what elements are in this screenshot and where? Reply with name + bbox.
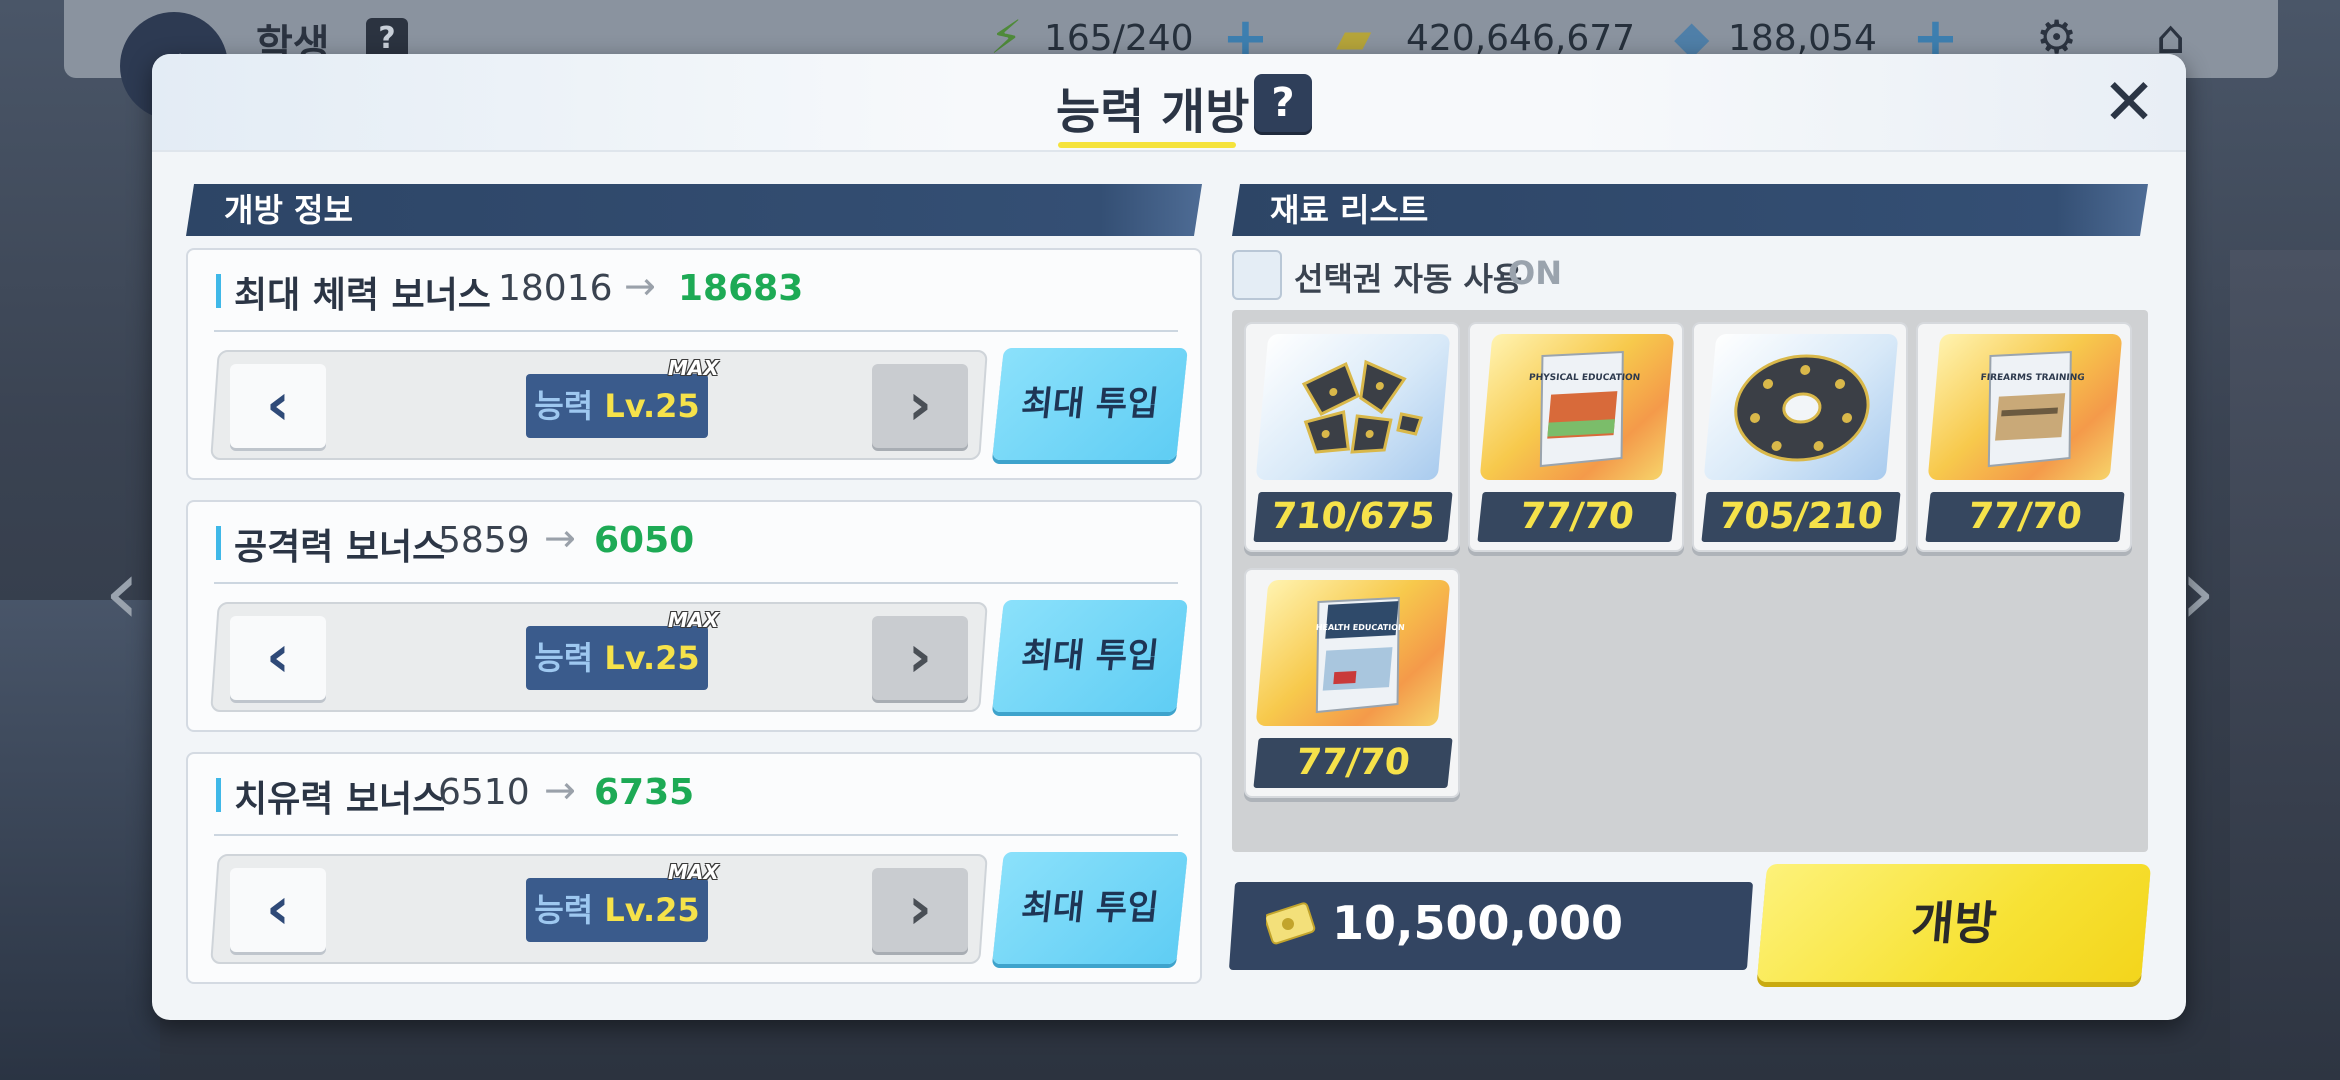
material-item-health-education-book[interactable]: HEALTH EDUCATION 77/70 bbox=[1244, 568, 1460, 798]
stat-current-value: 5859 bbox=[438, 520, 530, 561]
divider bbox=[214, 330, 1178, 332]
level-badge: 능력 Lv.25 bbox=[526, 626, 708, 690]
book-icon: FIREARMS TRAINING bbox=[1980, 350, 2085, 468]
title-underline bbox=[1058, 142, 1236, 148]
level-decrease-button[interactable]: ‹ bbox=[230, 616, 326, 700]
material-thumbnail: FIREARMS TRAINING bbox=[1927, 334, 2123, 480]
level-value: Lv.25 bbox=[604, 639, 700, 677]
max-input-button[interactable]: 최대 투입 bbox=[992, 852, 1188, 964]
material-item-physical-education-book[interactable]: PHYSICAL EDUCATION 77/70 bbox=[1468, 322, 1684, 552]
stat-label: 치유력 보너스 bbox=[234, 779, 446, 820]
level-increase-button[interactable]: › bbox=[872, 868, 968, 952]
stat-accent-bar bbox=[216, 778, 221, 812]
arrow-right-icon: → bbox=[544, 516, 576, 560]
cost-value: 10,500,000 bbox=[1332, 896, 1624, 950]
disc-icon bbox=[1734, 354, 1870, 462]
book-caption: HEALTH EDUCATION bbox=[1315, 623, 1405, 632]
book-caption: PHYSICAL EDUCATION bbox=[1529, 373, 1641, 383]
ability-release-modal: 능력 개방 ? ✕ 개방 정보 최대 체력 보너스 18016 → 18683 … bbox=[152, 54, 2186, 1020]
stat-accent-bar bbox=[216, 526, 221, 560]
divider bbox=[214, 582, 1178, 584]
material-count: 705/210 bbox=[1701, 492, 1901, 542]
stat-next-value: 6735 bbox=[594, 772, 695, 813]
help-icon[interactable]: ? bbox=[1254, 74, 1312, 132]
arrow-right-icon: → bbox=[544, 768, 576, 812]
stat-accent-bar bbox=[216, 274, 221, 308]
material-thumbnail bbox=[1255, 334, 1451, 480]
broken-disc-icon bbox=[1301, 359, 1423, 454]
credit-card-icon bbox=[1266, 902, 1316, 945]
material-item-firearms-training-book[interactable]: FIREARMS TRAINING 77/70 bbox=[1916, 322, 2132, 552]
material-grid: 710/675 PHYSICAL EDUCATION 77/70 705/210… bbox=[1232, 310, 2148, 852]
release-info-header: 개방 정보 bbox=[186, 184, 1202, 236]
material-count: 77/70 bbox=[1253, 738, 1453, 788]
stat-next-value: 18683 bbox=[678, 268, 804, 309]
modal-title: 능력 개방 bbox=[1056, 84, 1250, 140]
arrow-right-icon: → bbox=[624, 264, 656, 308]
background-credits: 420,646,677 bbox=[1406, 18, 1636, 59]
close-icon[interactable]: ✕ bbox=[2096, 71, 2162, 138]
level-badge: 능력 Lv.25 bbox=[526, 374, 708, 438]
auto-use-checkbox[interactable] bbox=[1232, 250, 1282, 300]
background-prev-arrow-icon[interactable]: ‹ bbox=[104, 540, 140, 645]
max-input-button[interactable]: 최대 투입 bbox=[992, 348, 1188, 460]
book-icon: PHYSICAL EDUCATION bbox=[1529, 350, 1641, 468]
level-prefix: 능력 bbox=[534, 387, 594, 425]
level-prefix: 능력 bbox=[534, 639, 594, 677]
material-thumbnail bbox=[1703, 334, 1899, 480]
stat-next-value: 6050 bbox=[594, 520, 695, 561]
level-value: Lv.25 bbox=[604, 891, 700, 929]
stat-current-value: 18016 bbox=[498, 268, 613, 309]
book-icon: HEALTH EDUCATION bbox=[1315, 596, 1405, 714]
level-increase-button[interactable]: › bbox=[872, 616, 968, 700]
auto-use-state: ON bbox=[1508, 254, 1562, 292]
stat-current-value: 6510 bbox=[438, 772, 530, 813]
stat-card-attack: 공격력 보너스 5859 → 6050 ‹ 능력 Lv.25 MAX › 최대 … bbox=[186, 500, 1202, 732]
level-increase-button[interactable]: › bbox=[872, 364, 968, 448]
stat-card-healing: 치유력 보너스 6510 → 6735 ‹ 능력 Lv.25 MAX › 최대 … bbox=[186, 752, 1202, 984]
stat-label: 공격력 보너스 bbox=[234, 527, 446, 568]
material-thumbnail: PHYSICAL EDUCATION bbox=[1479, 334, 1675, 480]
max-tag: MAX bbox=[668, 356, 719, 380]
material-count: 77/70 bbox=[1477, 492, 1677, 542]
book-caption: FIREARMS TRAINING bbox=[1980, 373, 2085, 383]
background-ap: 165/240 bbox=[1044, 18, 1194, 59]
material-list-header: 재료 리스트 bbox=[1232, 184, 2148, 236]
background-scenery-right bbox=[2230, 250, 2340, 1080]
max-input-button[interactable]: 최대 투입 bbox=[992, 600, 1188, 712]
background-gems: 188,054 bbox=[1728, 18, 1877, 59]
level-badge: 능력 Lv.25 bbox=[526, 878, 708, 942]
stat-label: 최대 체력 보너스 bbox=[234, 275, 491, 316]
level-prefix: 능력 bbox=[534, 891, 594, 929]
stat-card-max-hp: 최대 체력 보너스 18016 → 18683 ‹ 능력 Lv.25 MAX ›… bbox=[186, 248, 1202, 480]
level-decrease-button[interactable]: ‹ bbox=[230, 364, 326, 448]
auto-use-label: 선택권 자동 사용 bbox=[1294, 260, 1523, 298]
max-tag: MAX bbox=[668, 608, 719, 632]
material-item-gear-fragments[interactable]: 710/675 bbox=[1244, 322, 1460, 552]
material-thumbnail: HEALTH EDUCATION bbox=[1255, 580, 1451, 726]
open-button[interactable]: 개방 bbox=[1756, 864, 2152, 982]
material-item-gear-disc[interactable]: 705/210 bbox=[1692, 322, 1908, 552]
material-count: 710/675 bbox=[1253, 492, 1453, 542]
level-decrease-button[interactable]: ‹ bbox=[230, 868, 326, 952]
material-count: 77/70 bbox=[1925, 492, 2125, 542]
level-value: Lv.25 bbox=[604, 387, 700, 425]
background-scenery bbox=[0, 600, 160, 1080]
divider bbox=[214, 834, 1178, 836]
max-tag: MAX bbox=[668, 860, 719, 884]
